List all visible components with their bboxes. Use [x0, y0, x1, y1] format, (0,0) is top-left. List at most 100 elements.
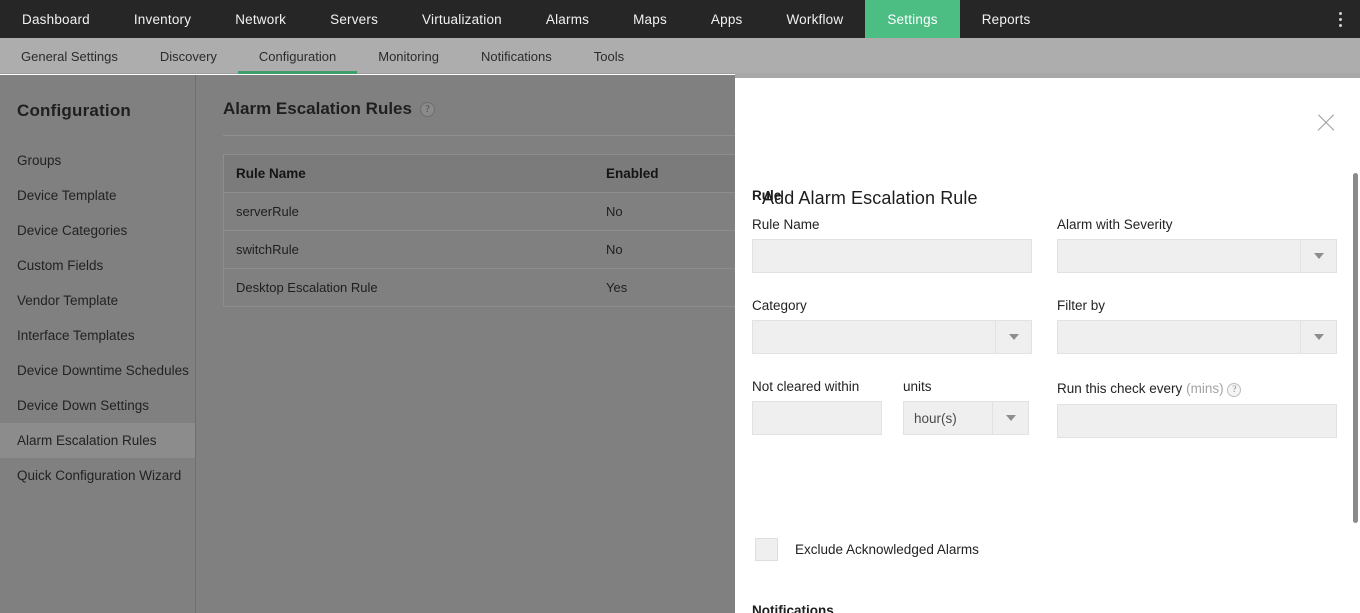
sidebar-item-label: Custom Fields: [17, 258, 103, 273]
sidebar-item-groups[interactable]: Groups: [0, 143, 195, 178]
question-mark-icon[interactable]: ?: [420, 102, 435, 117]
sidebar-item-custom-fields[interactable]: Custom Fields: [0, 248, 195, 283]
topnav-item-workflow[interactable]: Workflow: [764, 0, 865, 38]
subnav-label: General Settings: [21, 49, 118, 64]
sidebar-item-label: Device Template: [17, 188, 117, 203]
sidebar-item-label: Device Downtime Schedules: [17, 363, 189, 378]
sidebar-item-label: Groups: [17, 153, 61, 168]
sidebar-item-device-downtime-schedules[interactable]: Device Downtime Schedules: [0, 353, 195, 388]
subnav-label: Notifications: [481, 49, 552, 64]
field-not-cleared-within: Not cleared within: [752, 379, 882, 435]
alarm-with-severity-select[interactable]: [1057, 239, 1337, 273]
units-select[interactable]: hour(s): [903, 401, 1029, 435]
dialog-title: Add Alarm Escalation Rule: [762, 188, 978, 209]
topnav-item-settings[interactable]: Settings: [865, 0, 959, 38]
top-navigation-bar: Dashboard Inventory Network Servers Virt…: [0, 0, 1360, 38]
field-run-this-check-every: Run this check every (mins) ?: [1057, 381, 1337, 438]
column-header-rule-name[interactable]: Rule Name: [224, 166, 594, 181]
sidebar-list: Groups Device Template Device Categories…: [0, 143, 195, 493]
label-units: units: [903, 379, 1029, 394]
chevron-down-icon: [1300, 240, 1336, 272]
subnav-label: Configuration: [259, 49, 336, 64]
page-title: Alarm Escalation Rules: [223, 99, 412, 119]
run-check-units-suffix: (mins): [1186, 381, 1224, 396]
topnav-label: Network: [235, 12, 286, 27]
run-this-check-every-input[interactable]: [1057, 404, 1337, 438]
chevron-down-icon: [1300, 321, 1336, 353]
sub-navigation-bar: General Settings Discovery Configuration…: [0, 38, 1360, 74]
exclude-acknowledged-alarms-checkbox[interactable]: [755, 538, 778, 561]
field-category: Category: [752, 298, 1032, 354]
topnav-item-dashboard[interactable]: Dashboard: [0, 0, 112, 38]
not-cleared-within-input[interactable]: [752, 401, 882, 435]
subnav-item-configuration[interactable]: Configuration: [238, 38, 357, 74]
subnav-item-discovery[interactable]: Discovery: [139, 38, 238, 74]
subnav-label: Discovery: [160, 49, 217, 64]
sidebar-item-label: Quick Configuration Wizard: [17, 468, 181, 483]
sidebar-item-alarm-escalation-rules[interactable]: Alarm Escalation Rules: [0, 423, 195, 458]
chevron-down-icon: [992, 402, 1028, 434]
field-alarm-with-severity: Alarm with Severity: [1057, 217, 1337, 273]
label-run-this-check-every: Run this check every (mins) ?: [1057, 381, 1337, 397]
topnav-label: Virtualization: [422, 12, 502, 27]
sidebar-item-device-down-settings[interactable]: Device Down Settings: [0, 388, 195, 423]
topnav-item-virtualization[interactable]: Virtualization: [400, 0, 524, 38]
question-mark-icon[interactable]: ?: [1227, 383, 1241, 397]
subnav-label: Monitoring: [378, 49, 439, 64]
sidebar-item-interface-templates[interactable]: Interface Templates: [0, 318, 195, 353]
topnav-item-servers[interactable]: Servers: [308, 0, 400, 38]
topnav-item-network[interactable]: Network: [213, 0, 308, 38]
topnav-label: Maps: [633, 12, 667, 27]
filter-by-select[interactable]: [1057, 320, 1337, 354]
label-not-cleared-within: Not cleared within: [752, 379, 882, 394]
sidebar: Configuration Groups Device Template Dev…: [0, 75, 196, 613]
section-label-rule: Rule: [752, 188, 781, 203]
label-rule-name: Rule Name: [752, 217, 1032, 232]
topnav-label: Reports: [982, 12, 1031, 27]
subnav-item-tools[interactable]: Tools: [573, 38, 645, 74]
sidebar-item-label: Device Down Settings: [17, 398, 149, 413]
sidebar-item-vendor-template[interactable]: Vendor Template: [0, 283, 195, 318]
exclude-acknowledged-alarms-label: Exclude Acknowledged Alarms: [795, 542, 979, 557]
add-alarm-escalation-rule-dialog: Add Alarm Escalation Rule Rule Rule Name…: [735, 78, 1360, 613]
sidebar-item-label: Interface Templates: [17, 328, 135, 343]
sidebar-title: Configuration: [0, 75, 195, 121]
field-rule-name: Rule Name: [752, 217, 1032, 273]
exclude-acknowledged-alarms-row: Exclude Acknowledged Alarms: [755, 538, 979, 561]
topnav-label: Apps: [711, 12, 743, 27]
cell-rule-name: switchRule: [224, 242, 594, 257]
kebab-menu-icon[interactable]: [1329, 0, 1351, 38]
subnav-item-notifications[interactable]: Notifications: [460, 38, 573, 74]
dialog-scrollbar-thumb[interactable]: [1353, 173, 1358, 523]
close-icon[interactable]: [1313, 110, 1339, 136]
topnav-item-inventory[interactable]: Inventory: [112, 0, 213, 38]
topnav-label: Alarms: [546, 12, 589, 27]
sidebar-item-label: Device Categories: [17, 223, 127, 238]
subnav-item-monitoring[interactable]: Monitoring: [357, 38, 460, 74]
sidebar-item-quick-configuration-wizard[interactable]: Quick Configuration Wizard: [0, 458, 195, 493]
app-root: Dashboard Inventory Network Servers Virt…: [0, 0, 1360, 613]
topnav-item-alarms[interactable]: Alarms: [524, 0, 611, 38]
field-units: units hour(s): [903, 379, 1029, 435]
topnav-item-apps[interactable]: Apps: [689, 0, 765, 38]
subnav-item-general-settings[interactable]: General Settings: [0, 38, 139, 74]
section-label-notifications: Notifications: [752, 603, 834, 613]
topnav-label: Workflow: [786, 12, 843, 27]
topnav-item-maps[interactable]: Maps: [611, 0, 689, 38]
sidebar-item-device-categories[interactable]: Device Categories: [0, 213, 195, 248]
cell-rule-name: Desktop Escalation Rule: [224, 280, 594, 295]
sidebar-item-label: Vendor Template: [17, 293, 118, 308]
rule-name-input[interactable]: [752, 239, 1032, 273]
label-filter-by: Filter by: [1057, 298, 1337, 313]
cell-rule-name: serverRule: [224, 204, 594, 219]
chevron-down-icon: [995, 321, 1031, 353]
units-value: hour(s): [904, 411, 957, 426]
topnav-item-reports[interactable]: Reports: [960, 0, 1053, 38]
label-alarm-with-severity: Alarm with Severity: [1057, 217, 1337, 232]
category-select[interactable]: [752, 320, 1032, 354]
sidebar-item-device-template[interactable]: Device Template: [0, 178, 195, 213]
sidebar-item-label: Alarm Escalation Rules: [17, 433, 157, 448]
label-category: Category: [752, 298, 1032, 313]
topnav-label: Inventory: [134, 12, 191, 27]
topnav-label: Settings: [887, 12, 937, 27]
